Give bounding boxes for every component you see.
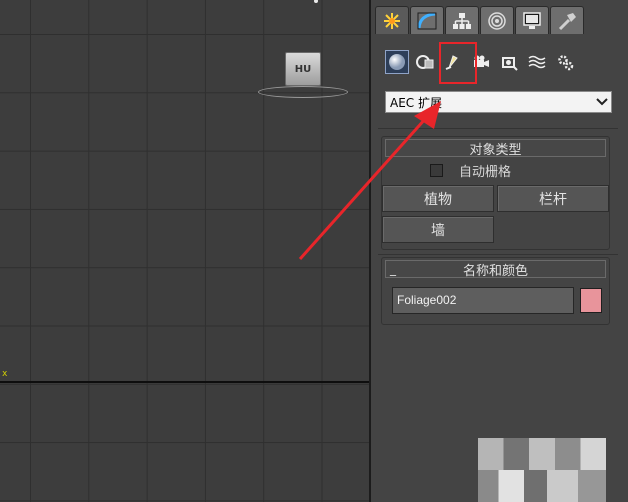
systems-gear-icon <box>558 55 574 71</box>
name-and-color-rollout-header[interactable]: _ 名称和颜色 <box>385 260 606 279</box>
wall-button[interactable]: 墙 <box>382 216 494 243</box>
viewport-marker <box>314 0 318 3</box>
modify-curve-icon <box>417 12 437 29</box>
helper-icon <box>502 57 518 71</box>
railing-button[interactable]: 栏杆 <box>497 185 609 212</box>
tab-motion[interactable] <box>480 6 514 34</box>
viewcube-label: HU <box>294 63 312 75</box>
object-type-rollout-header[interactable]: 对象类型 <box>385 139 606 158</box>
autogrid-checkbox[interactable] <box>430 164 443 177</box>
name-and-color-title: 名称和颜色 <box>462 263 528 279</box>
viewcube-compass-ring[interactable] <box>258 86 348 98</box>
category-dropdown-value: AEC 扩展 <box>390 95 442 110</box>
blurred-watermark-lower <box>478 470 606 502</box>
panel-tabs <box>375 6 585 36</box>
subcategory-systems[interactable] <box>553 50 577 74</box>
tab-modify[interactable] <box>410 6 444 34</box>
viewport[interactable]: HU x <box>0 0 371 502</box>
object-color-swatch[interactable] <box>580 288 602 313</box>
tab-display[interactable] <box>515 6 549 34</box>
separator <box>378 254 618 255</box>
world-axis-line <box>0 381 371 383</box>
foliage-button[interactable]: 植物 <box>382 185 494 212</box>
app-window: HU x AEC 扩展 对象类型 自动栅格 植物 栏杆 墙 _ 名称和颜色 Fo… <box>0 0 628 502</box>
create-star-icon <box>384 12 400 29</box>
annotation-highlight-box <box>439 42 477 84</box>
subcategory-space-warps[interactable] <box>525 50 549 74</box>
command-panel <box>371 0 628 502</box>
tab-create[interactable] <box>375 6 409 34</box>
category-dropdown[interactable]: AEC 扩展 <box>385 91 612 113</box>
axis-label: x <box>2 369 8 379</box>
hierarchy-icon <box>453 12 471 29</box>
viewcube[interactable]: HU <box>285 52 321 86</box>
shapes-icon <box>416 55 434 69</box>
separator <box>378 128 618 129</box>
rollout-collapse-icon[interactable]: _ <box>390 262 396 276</box>
subcategory-helpers[interactable] <box>497 50 521 74</box>
tab-hierarchy[interactable] <box>445 6 479 34</box>
geometry-sphere-icon <box>389 54 405 70</box>
object-name-input[interactable]: Foliage002 <box>392 287 574 314</box>
subcategory-shapes[interactable] <box>413 50 437 74</box>
subcategory-geometry[interactable] <box>385 50 409 74</box>
chevron-down-icon[interactable] <box>593 93 611 111</box>
object-type-title: 对象类型 <box>469 142 522 158</box>
space-warp-icon <box>528 55 546 69</box>
tab-utilities[interactable] <box>550 6 584 34</box>
utilities-hammer-icon <box>558 12 576 30</box>
autogrid-label: 自动栅格 <box>459 165 512 180</box>
motion-icon <box>488 11 506 30</box>
autogrid-row: 自动栅格 <box>430 161 609 180</box>
display-monitor-icon <box>523 11 541 29</box>
subcategory-icons <box>385 50 581 74</box>
